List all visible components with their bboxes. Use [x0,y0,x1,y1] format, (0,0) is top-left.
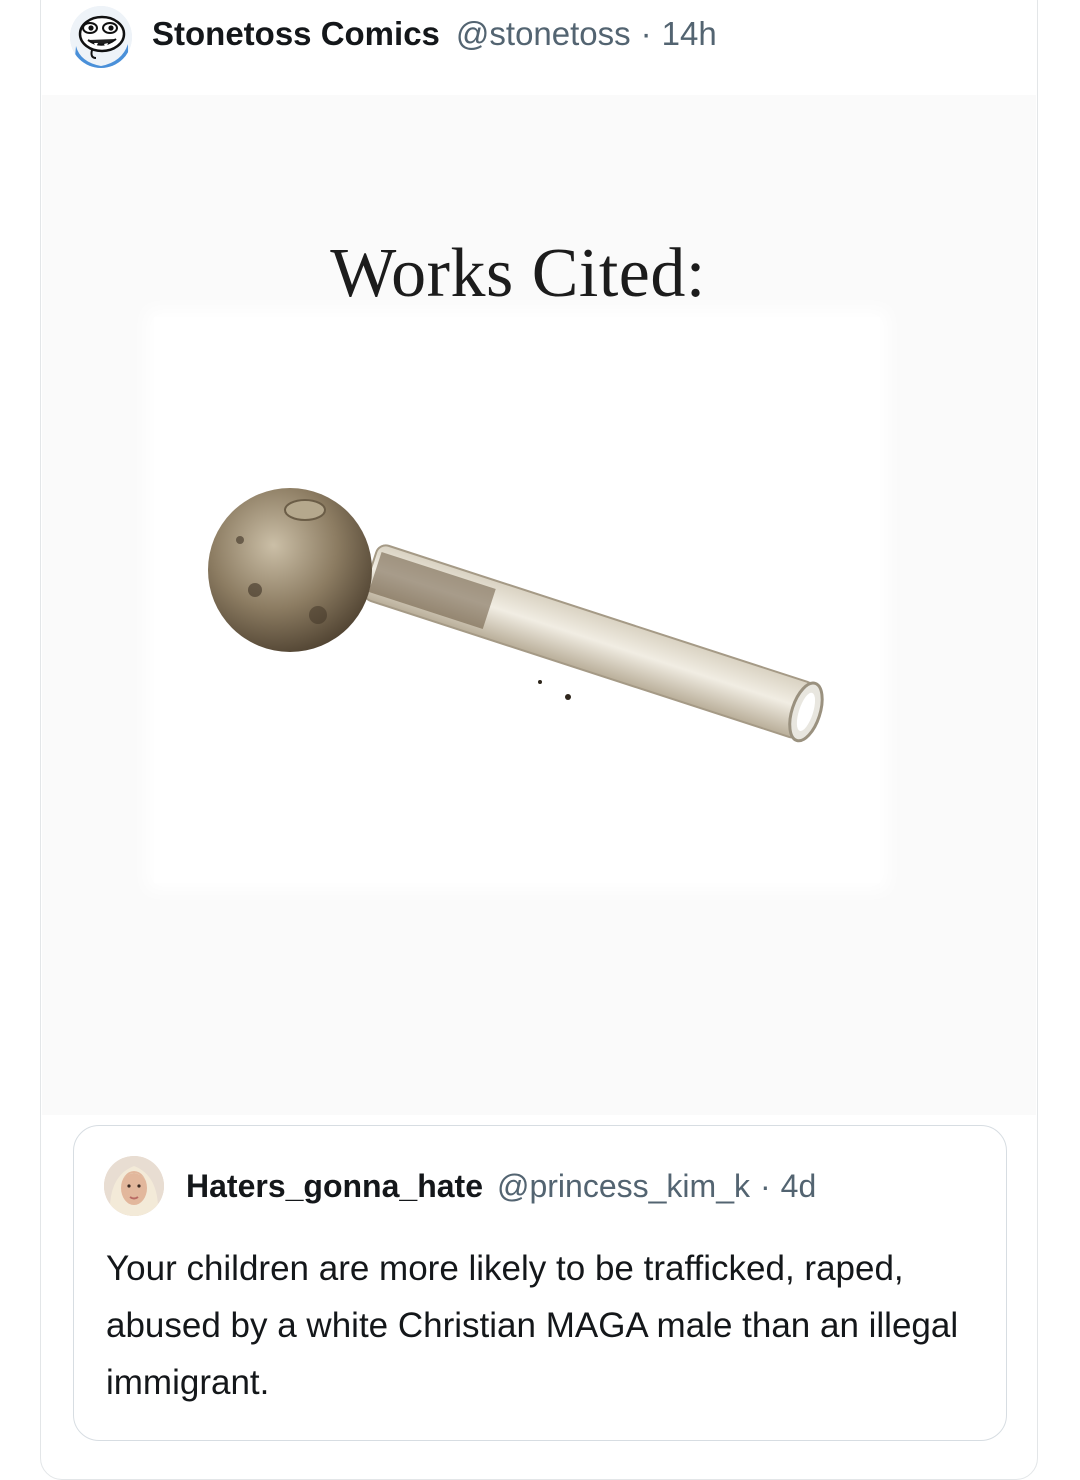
quoted-author-avatar[interactable] [104,1156,164,1216]
quoted-post[interactable]: Haters_gonna_hate @princess_kim_k · 4d Y… [73,1125,1007,1441]
profile-photo-avatar-icon [104,1156,164,1216]
quoted-post-text: Your children are more likely to be traf… [106,1249,959,1402]
quoted-post-timestamp[interactable]: 4d [781,1168,817,1205]
quoted-author-handle[interactable]: @princess_kim_k [497,1168,750,1205]
quoted-author-name[interactable]: Haters_gonna_hate [186,1168,483,1205]
quoted-separator-dot: · [759,1167,771,1204]
quoted-post-header: Haters_gonna_hate @princess_kim_k · 4d [186,1164,816,1208]
